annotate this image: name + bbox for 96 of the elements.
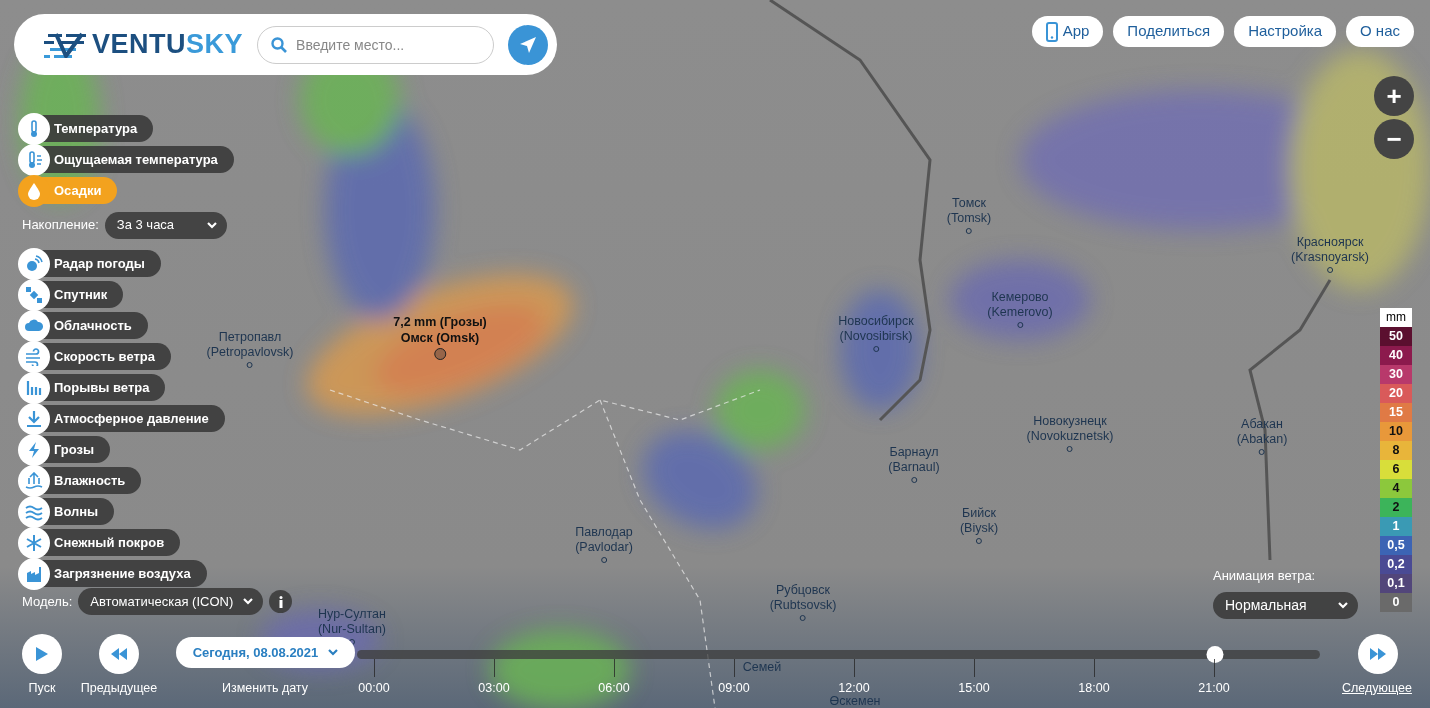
- locate-button[interactable]: [508, 24, 548, 65]
- city-name-latin: (Pavlodar): [575, 540, 633, 555]
- radar-icon: [25, 254, 43, 273]
- legend-step: 0,5: [1380, 536, 1412, 555]
- drop-icon: [25, 181, 43, 200]
- wind-icon: [25, 347, 43, 366]
- info-icon: [278, 595, 283, 608]
- legend-step: 2: [1380, 498, 1412, 517]
- chevron-down-icon: [1338, 601, 1348, 609]
- nav-button[interactable]: Настройка: [1234, 16, 1337, 47]
- time-tick-label: 18:00: [1078, 680, 1110, 697]
- play-button[interactable]: [22, 634, 62, 674]
- nav-button[interactable]: О нас: [1346, 16, 1414, 47]
- next-link[interactable]: Следующее: [1342, 679, 1412, 698]
- city-name: Новокузнецк: [1033, 414, 1107, 429]
- legend-step: 30: [1380, 365, 1412, 384]
- bars-icon: [25, 378, 43, 397]
- city-name-latin: (Barnaul): [888, 460, 940, 475]
- arrows-icon: [25, 471, 43, 490]
- model-dropdown[interactable]: Автоматическая (ICON): [78, 588, 264, 615]
- wind-animation-label: Анимация ветра:: [1213, 567, 1317, 585]
- legend-step: 15: [1380, 403, 1412, 422]
- city-name-latin: (Rubtsovsk): [769, 598, 837, 613]
- legend-step: 0,1: [1380, 574, 1412, 593]
- city-name-latin: (Biysk): [959, 521, 999, 536]
- city-name-latin: (Petropavlovsk): [206, 345, 294, 360]
- place-name: Омск (Omsk): [400, 330, 480, 346]
- city-name-latin: (Kemerovo): [987, 305, 1053, 320]
- nav-button[interactable]: App: [1031, 16, 1104, 47]
- chevron-down-icon: [243, 598, 254, 605]
- fast-forward-icon: [1369, 648, 1387, 660]
- city-name: Кемерово: [991, 290, 1049, 305]
- snowflake-icon: [25, 533, 43, 552]
- city-name-latin: (Novokuznetsk): [1026, 429, 1114, 444]
- city-name: Павлодар: [575, 525, 633, 540]
- model-label: Модель:: [22, 592, 73, 611]
- chevron-down-icon: [206, 221, 217, 229]
- city-name-latin: (Nur-Sultan): [317, 622, 387, 637]
- legend-unit: mm: [1380, 308, 1412, 327]
- legend-step: 0: [1380, 593, 1412, 612]
- legend-step: 50: [1380, 327, 1412, 346]
- info-button[interactable]: [269, 590, 293, 613]
- next-button[interactable]: [1358, 634, 1398, 674]
- city-name-latin: (Krasnoyarsk): [1291, 250, 1369, 265]
- download-arrow-icon: [25, 409, 43, 428]
- city-name: Семей: [742, 660, 782, 675]
- phone-icon: [1045, 21, 1058, 42]
- factory-icon: [25, 564, 43, 583]
- timeline-handle[interactable]: [1206, 646, 1224, 663]
- city-name: Томск: [952, 196, 986, 211]
- legend-step: 20: [1380, 384, 1412, 403]
- city-name: Нур-Султан: [318, 607, 386, 622]
- accumulation-dropdown[interactable]: За 3 часа: [104, 211, 227, 239]
- logo-icon: [42, 31, 88, 58]
- legend-step: 1: [1380, 517, 1412, 536]
- city-name: Барнаул: [889, 445, 939, 460]
- wind-animation-dropdown[interactable]: Нормальная: [1213, 591, 1358, 619]
- time-tick-label: 09:00: [718, 680, 750, 697]
- legend-step: 0,2: [1380, 555, 1412, 574]
- navigation-arrow-icon: [519, 35, 537, 54]
- legend-step: 6: [1380, 460, 1412, 479]
- date-picker-button[interactable]: Сегодня, 08.08.2021: [176, 637, 355, 668]
- nav-button[interactable]: Поделиться: [1113, 16, 1225, 47]
- city-name: Новосибирск: [838, 314, 914, 329]
- city-name: Өскемен: [829, 694, 881, 708]
- city-name: Бийск: [962, 506, 996, 521]
- accumulation-label: Накопление:: [22, 216, 99, 235]
- precipitation-value: 7,2 mm (Грозы): [393, 314, 487, 330]
- play-label: Пуск: [28, 680, 56, 697]
- legend-step: 4: [1380, 479, 1412, 498]
- city-name: Красноярск: [1296, 235, 1364, 250]
- time-tick-label: 21:00: [1198, 680, 1230, 697]
- time-tick-label: 06:00: [598, 680, 630, 697]
- city-name-latin: (Abakan): [1236, 432, 1288, 447]
- search-field[interactable]: Введите место...: [257, 25, 494, 64]
- time-tick-label: 03:00: [478, 680, 510, 697]
- time-tick-label: 12:00: [838, 680, 870, 696]
- logo-wordmark: VENTUSKY: [92, 31, 244, 58]
- city-name: Абакан: [1241, 417, 1283, 432]
- city-name-latin: (Tomsk): [946, 211, 992, 226]
- satellite-icon: [25, 285, 43, 304]
- city-name-latin: (Novosibirsk): [839, 329, 913, 344]
- rewind-icon: [110, 648, 128, 660]
- legend-step: 40: [1380, 346, 1412, 365]
- time-tick-label: 00:00: [358, 680, 390, 697]
- legend-step: 10: [1380, 422, 1412, 441]
- legend-step: 8: [1380, 441, 1412, 460]
- play-icon: [35, 646, 49, 662]
- chevron-down-icon: [328, 649, 339, 656]
- time-tick-label: 15:00: [958, 680, 990, 697]
- city-name: Петропавл: [218, 330, 282, 345]
- city-name: Рубцовск: [775, 583, 831, 598]
- previous-label: Предыдущее: [80, 680, 158, 697]
- location-marker-icon: [434, 348, 446, 360]
- change-date-label: Изменить дату: [222, 680, 308, 697]
- previous-button[interactable]: [99, 634, 139, 674]
